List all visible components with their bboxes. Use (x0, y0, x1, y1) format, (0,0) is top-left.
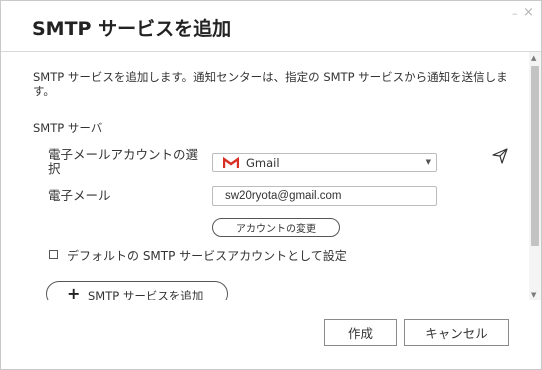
scroll-up-icon[interactable]: ▲ (531, 54, 536, 62)
default-account-checkbox-label: デフォルトの SMTP サービスアカウントとして設定 (67, 249, 347, 263)
email-account-selected-value: Gmail (246, 156, 280, 170)
create-button[interactable]: 作成 (324, 319, 397, 346)
default-account-checkbox[interactable] (49, 250, 58, 259)
email-account-select[interactable]: Gmail ▼ (212, 153, 437, 172)
scrollbar-thumb[interactable] (531, 66, 539, 246)
description-text: SMTP サービスを追加します。通知センターは、指定の SMTP サービスから通… (33, 70, 508, 98)
dialog-content: SMTP サービスを追加します。通知センターは、指定の SMTP サービスから通… (1, 52, 528, 300)
email-field[interactable] (212, 186, 437, 206)
add-smtp-service-dialog: SMTP サービスを追加 – × SMTP サービスを追加します。通知センターは… (0, 0, 542, 370)
scroll-down-icon[interactable]: ▼ (531, 291, 536, 299)
close-icon[interactable]: × (523, 5, 534, 20)
dialog-titlebar: SMTP サービスを追加 – × (1, 1, 541, 52)
minimize-icon[interactable]: – (512, 7, 518, 20)
plus-icon: + (67, 284, 81, 300)
cancel-button[interactable]: キャンセル (404, 319, 509, 346)
change-account-button[interactable]: アカウントの変更 (212, 218, 340, 237)
dialog-title: SMTP サービスを追加 (32, 18, 232, 40)
chevron-down-icon: ▼ (425, 158, 431, 166)
section-title-smtp-server: SMTP サーバ (33, 121, 103, 135)
send-icon[interactable] (491, 147, 509, 165)
add-smtp-service-button[interactable]: + SMTP サービスを追加 (46, 281, 228, 300)
gmail-icon (223, 157, 239, 168)
content-scrollbar[interactable]: ▲ ▼ (529, 52, 541, 300)
email-label: 電子メール (48, 188, 111, 203)
email-account-label: 電子メールアカウントの選択 (48, 147, 199, 176)
add-smtp-service-label: SMTP サービスを追加 (88, 289, 204, 300)
